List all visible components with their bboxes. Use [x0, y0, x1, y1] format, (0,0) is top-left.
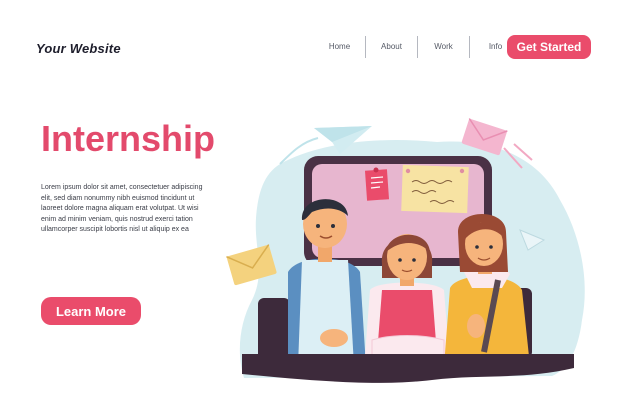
get-started-button[interactable]: Get Started: [507, 35, 591, 59]
nav-about[interactable]: About: [366, 36, 417, 58]
hero-title: Internship: [41, 118, 216, 159]
desk: [242, 354, 574, 383]
learn-more-button[interactable]: Learn More: [41, 297, 141, 325]
main-nav: Home About Work Info: [314, 36, 521, 58]
site-logo[interactable]: Your Website: [36, 41, 121, 56]
nav-work[interactable]: Work: [418, 36, 469, 58]
red-note: [364, 167, 390, 201]
internship-illustration: [226, 118, 585, 383]
sticky-note: [401, 164, 469, 214]
hero-description: Lorem ipsum dolor sit amet, consectetuer…: [41, 184, 203, 233]
nav-home[interactable]: Home: [314, 36, 365, 58]
